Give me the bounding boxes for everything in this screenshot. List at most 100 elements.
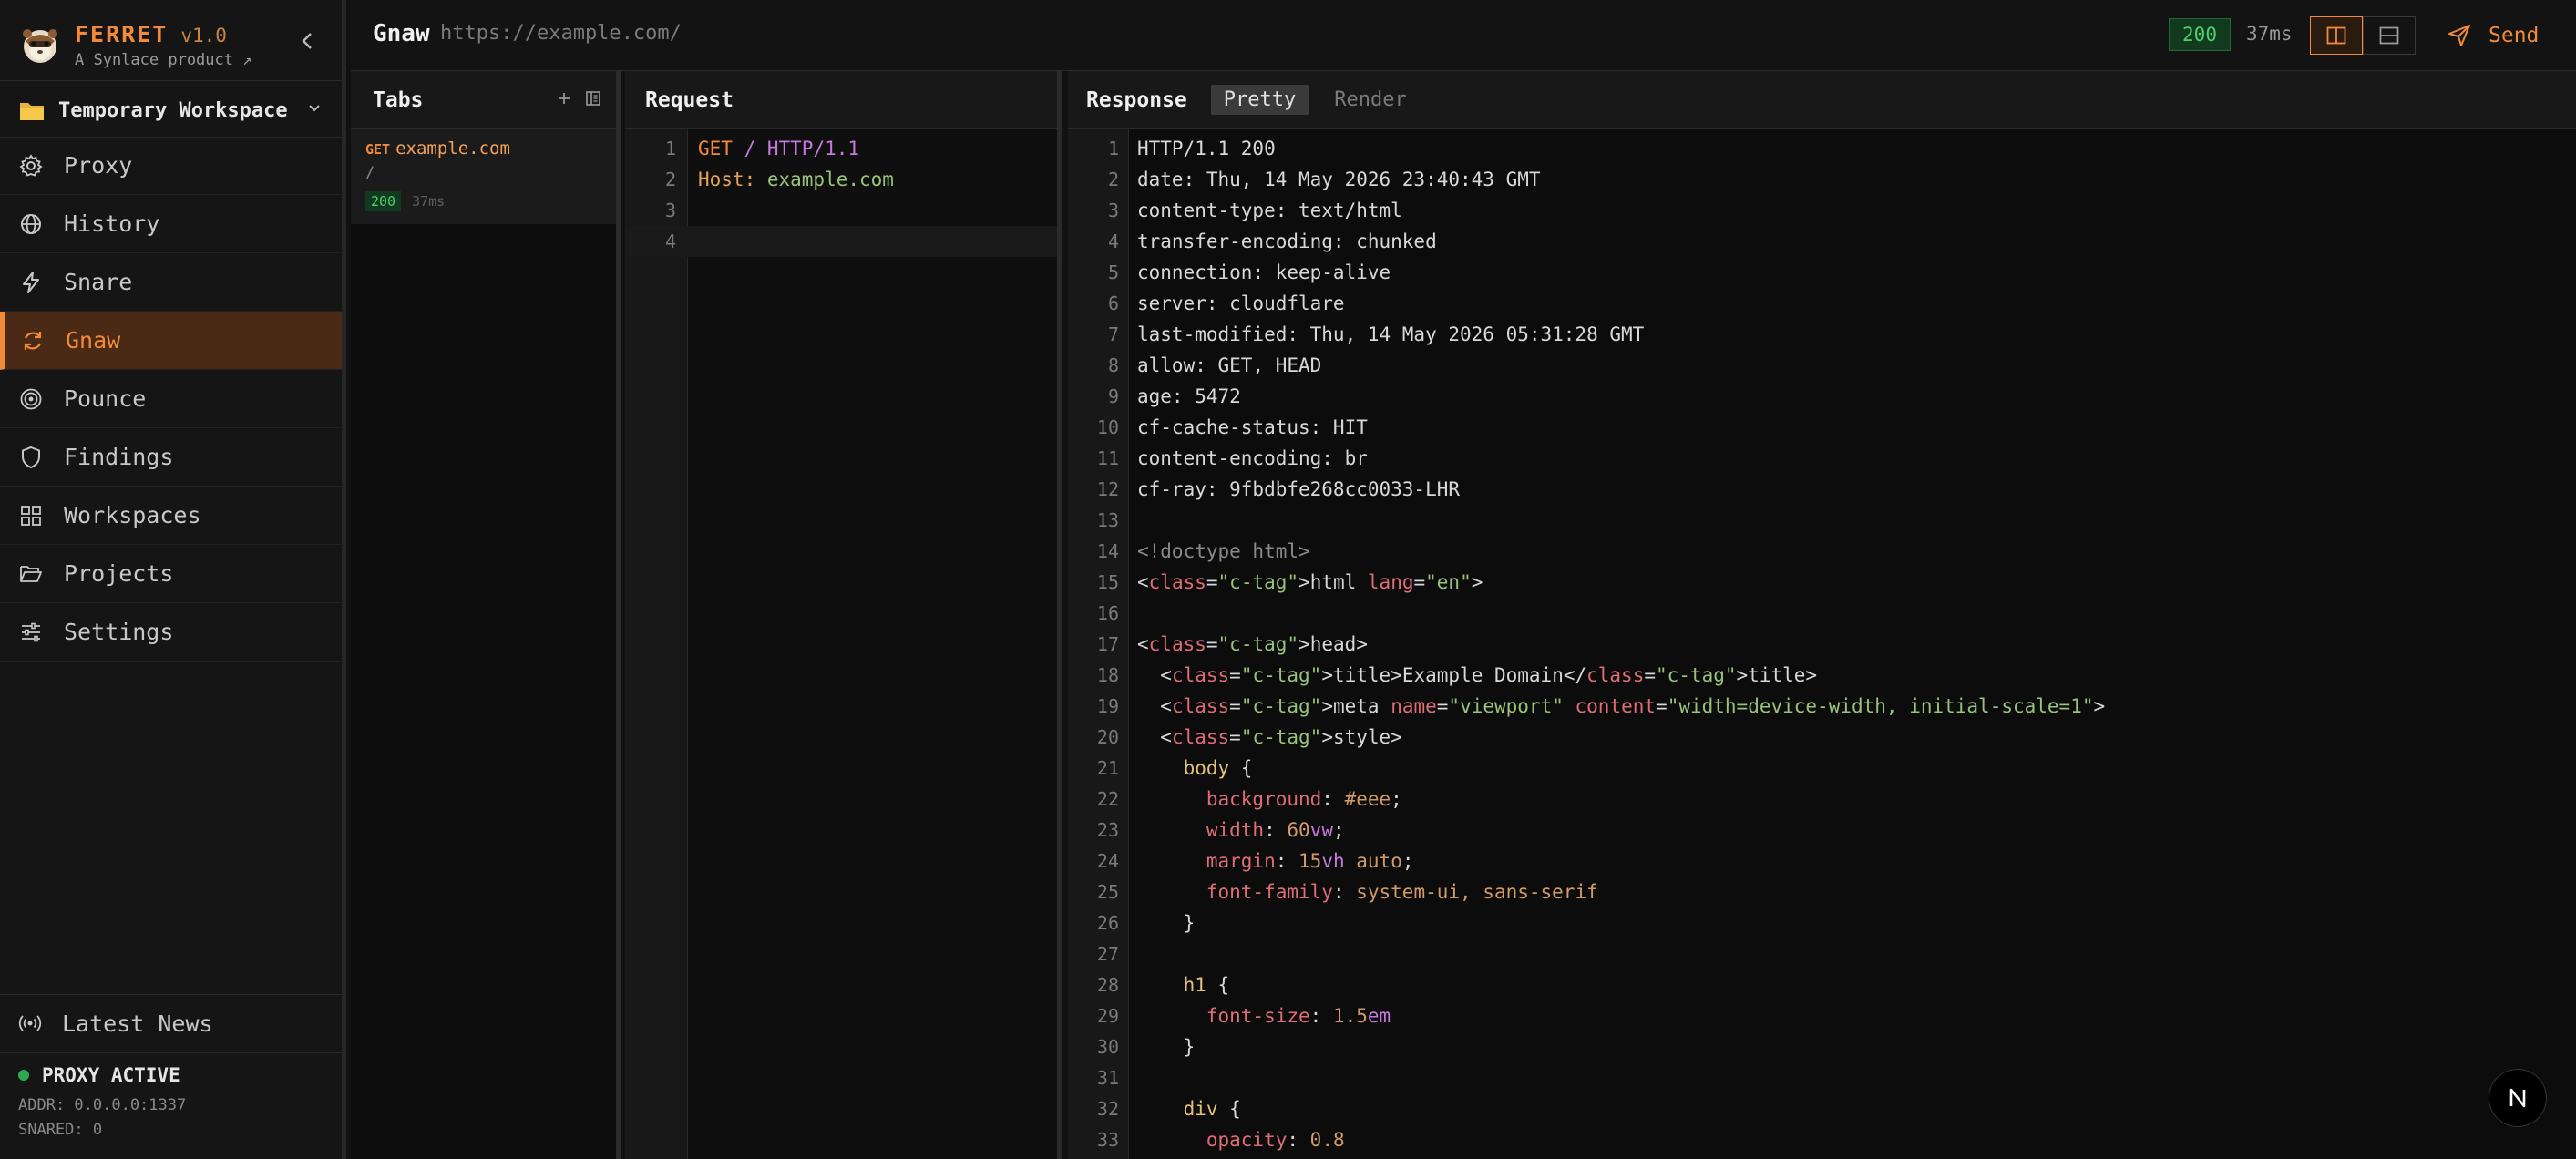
bolt-icon (23, 271, 39, 293)
proxy-address: ADDR: 0.0.0.0:1337 (18, 1096, 187, 1114)
folder-open-icon (20, 565, 42, 582)
divider (0, 80, 346, 81)
line-number: 18 (1096, 664, 1119, 686)
line-number: 32 (1096, 1098, 1119, 1120)
status-badge: 200 (2169, 18, 2231, 51)
sidebar-item-settings[interactable]: Settings (0, 603, 342, 662)
sidebar-item-label: Workspaces (64, 502, 201, 528)
grid-icon (21, 505, 41, 526)
response-code-line: cf-ray: 9fbdbfe268cc0033-LHR (1137, 478, 1461, 500)
workspace-label: Temporary Workspace (58, 98, 288, 122)
sidebar-item-gnaw[interactable]: Gnaw (0, 312, 342, 370)
response-code-line: transfer-encoding: chunked (1137, 231, 1437, 252)
sidebar-item-workspaces[interactable]: Workspaces (0, 487, 342, 545)
response-code-line: <!doctype html> (1137, 540, 1310, 562)
line-number: 19 (1096, 695, 1119, 717)
n-logo-icon (2509, 1088, 2526, 1108)
latest-news-label: Latest News (62, 1010, 213, 1037)
workspace-selector[interactable]: Temporary Workspace (0, 82, 342, 138)
request-path: / HTTP/1.1 (744, 138, 860, 159)
tab-time: 37ms (412, 193, 446, 210)
response-title: Response (1086, 87, 1187, 112)
request-tab-item[interactable]: GET example.com / 200 37ms (351, 129, 616, 224)
plus-icon[interactable] (555, 89, 573, 108)
page-title: Gnaw (373, 20, 430, 47)
sidebar: FERRET v1.0 A Synlace product ↗ Temporar… (0, 0, 346, 1159)
split-vertical-button[interactable] (2363, 16, 2416, 55)
broadcast-icon (18, 1015, 42, 1031)
collapse-sidebar-button[interactable] (292, 26, 323, 56)
send-button[interactable]: Send (2447, 18, 2539, 53)
request-header-line[interactable]: Host: example.com (698, 164, 894, 195)
sidebar-item-findings[interactable]: Findings (0, 428, 342, 487)
sidebar-item-label: Pounce (64, 385, 147, 412)
line-number: 24 (1096, 850, 1119, 872)
line-number: 1 (664, 138, 676, 159)
response-code-line: } (1137, 1036, 1196, 1058)
request-header: Request (625, 71, 1057, 129)
chevron-down-icon (309, 105, 320, 112)
proxy-status-label: PROXY ACTIVE (42, 1064, 180, 1086)
sidebar-item-history[interactable]: History (0, 195, 342, 253)
line-number: 21 (1096, 757, 1119, 779)
url-display[interactable]: https://example.com/ (440, 22, 682, 45)
sidebar-item-label: Projects (64, 560, 174, 587)
response-code-line: font-size: 1.5em (1206, 1005, 1391, 1027)
send-icon (2448, 25, 2470, 46)
latest-news-button[interactable]: Latest News (0, 995, 342, 1051)
tab-method: GET (365, 141, 391, 158)
line-number: 29 (1096, 1005, 1119, 1027)
line-number: 30 (1096, 1036, 1119, 1058)
response-code-line: server: cloudflare (1137, 292, 1345, 314)
response-code-line: content-encoding: br (1137, 447, 1368, 469)
sidebar-item-pounce[interactable]: Pounce (0, 370, 342, 428)
sidebar-panel-icon[interactable] (584, 89, 602, 108)
sidebar-item-snare[interactable]: Snare (0, 253, 342, 312)
line-number: 3 (1107, 200, 1119, 221)
request-method: GET (698, 138, 733, 159)
line-number: 2 (664, 169, 676, 190)
line-number: 7 (1107, 323, 1119, 345)
split-horizontal-button[interactable] (2310, 16, 2363, 55)
line-number: 20 (1096, 726, 1119, 748)
line-number-gutter (625, 129, 688, 1159)
rows-icon (2379, 26, 2399, 45)
line-number: 22 (1096, 788, 1119, 810)
floating-assistant-button[interactable] (2489, 1069, 2547, 1127)
response-code-line: <class="c-tag">head> (1137, 633, 1368, 655)
sidebar-item-proxy[interactable]: Proxy (0, 137, 342, 195)
response-code-line: <class="c-tag">html lang="en"> (1137, 571, 1483, 593)
response-code-line: } (1137, 912, 1196, 934)
sidebar-item-label: Gnaw (66, 327, 121, 354)
brand: FERRET v1.0 A Synlace product ↗ (18, 18, 251, 71)
header-value: example.com (755, 169, 894, 190)
brand-subtitle-link[interactable]: A Synlace product ↗ (75, 51, 251, 69)
request-line[interactable]: GET / HTTP/1.1 (698, 133, 859, 164)
tabs-title: Tabs (373, 87, 424, 112)
request-panel: Request 1 2 3 4 GET / HTTP/1.1 Host: exa… (625, 71, 1062, 1159)
status-dot (18, 1070, 29, 1081)
response-code-line: cf-cache-status: HIT (1137, 416, 1368, 438)
line-number: 27 (1096, 943, 1119, 965)
tabs-panel: Tabs GET example.com / 200 37ms (351, 71, 621, 1159)
sidebar-item-projects[interactable]: Projects (0, 545, 342, 603)
tab-pretty[interactable]: Pretty (1210, 85, 1309, 115)
response-code-line: opacity: 0.8 (1206, 1129, 1345, 1151)
line-number: 10 (1096, 416, 1119, 438)
sidebar-item-label: Snare (64, 269, 133, 295)
line-number: 3 (664, 200, 676, 221)
header-key: Host: (698, 169, 756, 190)
response-code-line: margin: 15vh auto; (1206, 850, 1414, 872)
response-code-line: div { (1183, 1098, 1241, 1120)
response-code-line: font-family: system-ui, sans-serif (1206, 881, 1598, 903)
line-number: 1 (1107, 138, 1119, 159)
response-code-line: content-type: text/html (1137, 200, 1402, 221)
shield-icon (22, 446, 40, 468)
gear-icon (19, 153, 43, 177)
response-code-line: <class="c-tag">title>Example Domain</cla… (1137, 664, 1818, 686)
response-code-line: HTTP/1.1 200 (1137, 138, 1276, 159)
proxy-status: PROXY ACTIVE ADDR: 0.0.0.0:1337 SNARED: … (18, 1064, 186, 1143)
tab-render[interactable]: Render (1321, 85, 1419, 115)
response-code-line: allow: GET, HEAD (1137, 354, 1322, 376)
line-number: 13 (1096, 509, 1119, 531)
